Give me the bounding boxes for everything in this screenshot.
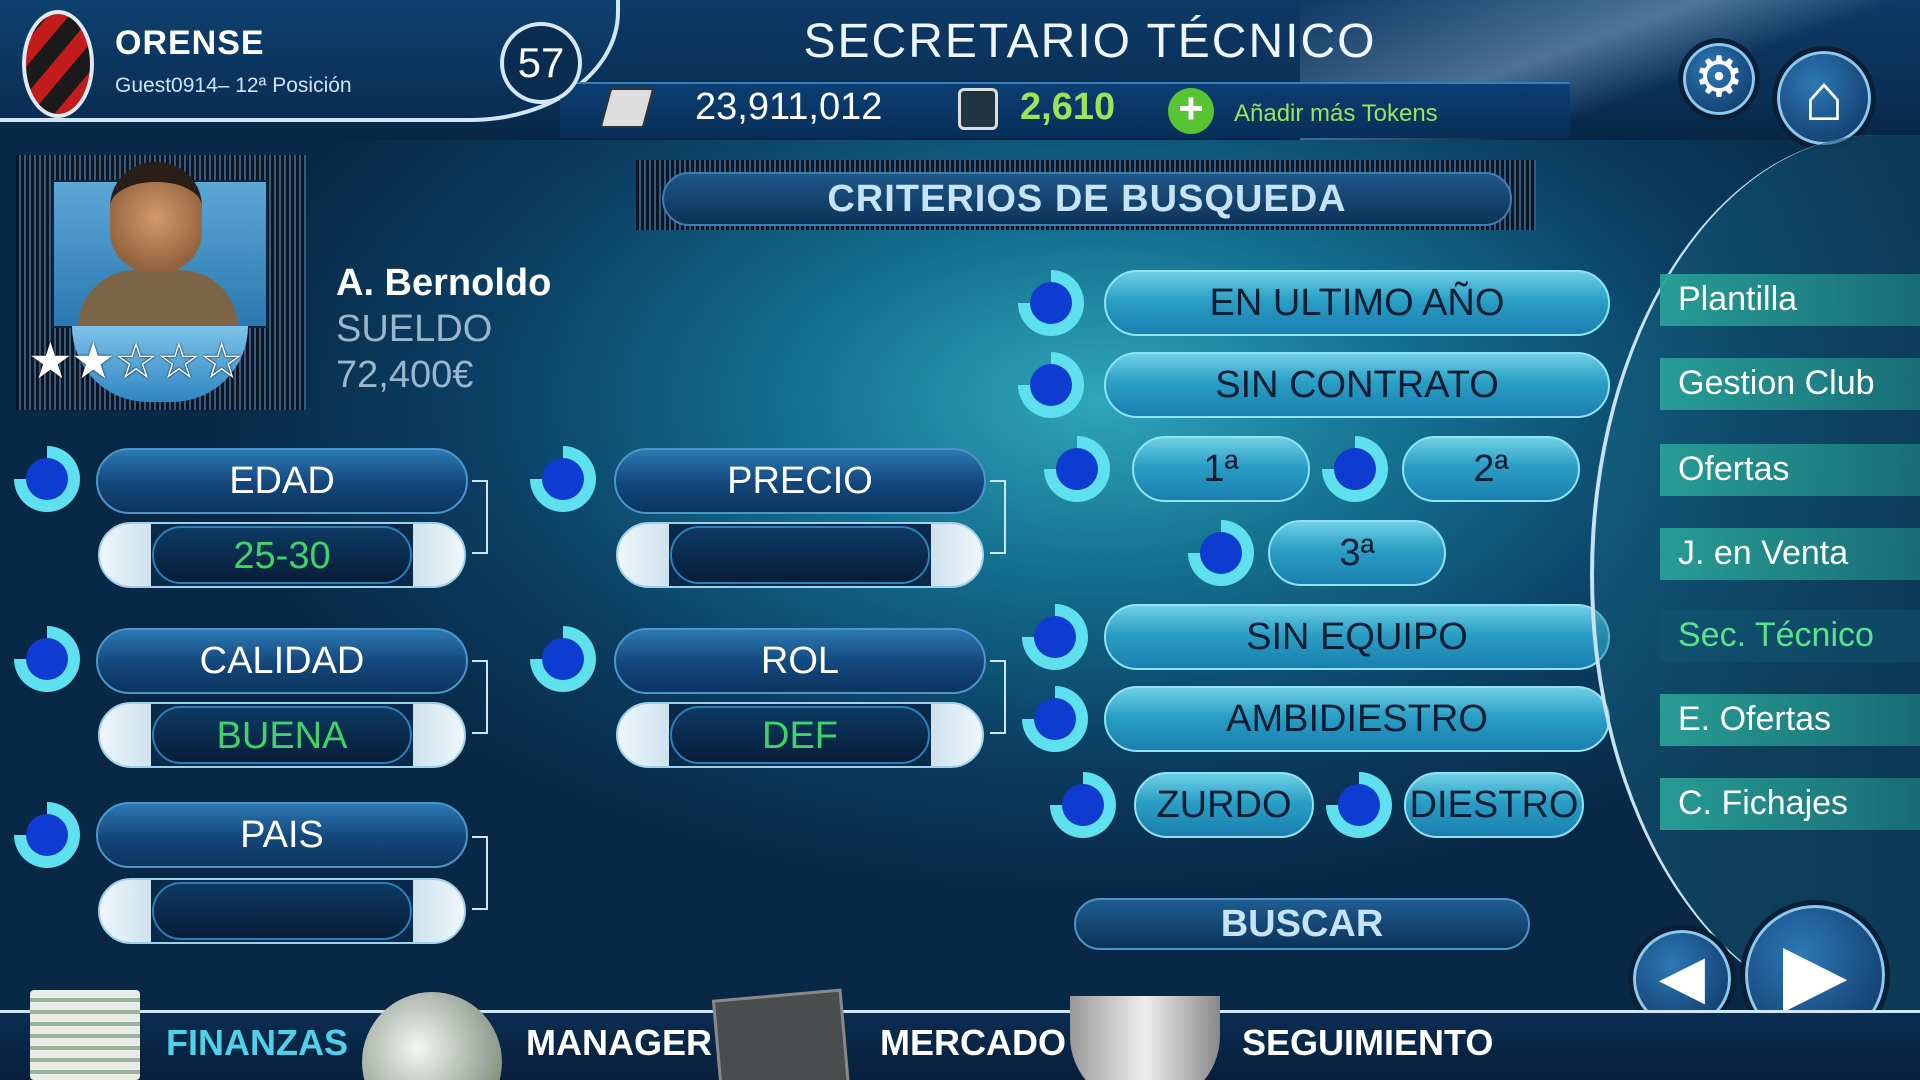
football-icon	[362, 992, 502, 1080]
ambidiestro-button[interactable]: AMBIDIESTRO	[1104, 686, 1610, 752]
bracket	[472, 480, 488, 554]
level-badge: 57	[500, 22, 582, 104]
calidad-value: BUENA	[152, 706, 412, 764]
sin-equipo-button[interactable]: SIN EQUIPO	[1104, 604, 1610, 670]
div2-toggle[interactable]	[1322, 436, 1388, 502]
pais-field[interactable]	[98, 878, 466, 944]
precio-toggle[interactable]	[530, 446, 596, 512]
ultimo-ano-toggle[interactable]	[1018, 270, 1084, 336]
pais-value	[152, 882, 412, 940]
menu-item-sec-tecnico[interactable]: Sec. Técnico	[1660, 610, 1920, 662]
salary-label: SUELDO	[336, 308, 493, 350]
money-value: 23,911,012	[695, 86, 883, 128]
sin-contrato-button[interactable]: SIN CONTRATO	[1104, 352, 1610, 418]
sin-contrato-toggle[interactable]	[1018, 352, 1084, 418]
precio-value	[670, 526, 930, 584]
div3-button[interactable]: 3ª	[1268, 520, 1446, 586]
calidad-button[interactable]: CALIDAD	[96, 628, 468, 694]
star-rating: ★★☆☆☆	[28, 333, 244, 389]
menu-item-plantilla[interactable]: Plantilla	[1660, 274, 1920, 326]
club-crest-icon	[22, 10, 94, 118]
employee-face	[110, 162, 202, 272]
bracket	[472, 836, 488, 910]
zurdo-button[interactable]: ZURDO	[1134, 772, 1314, 838]
home-icon[interactable]: ⌂	[1772, 46, 1876, 150]
ambidiestro-toggle[interactable]	[1022, 686, 1088, 752]
token-icon	[958, 88, 998, 130]
menu-item-j-en-venta[interactable]: J. en Venta	[1660, 528, 1920, 580]
div2-button[interactable]: 2ª	[1402, 436, 1580, 502]
club-subtitle: Guest0914– 12ª Posición	[115, 74, 352, 97]
edad-button[interactable]: EDAD	[96, 448, 468, 514]
rol-toggle[interactable]	[530, 626, 596, 692]
edad-field[interactable]: 25-30	[98, 522, 466, 588]
page-title: SECRETARIO TÉCNICO	[803, 15, 1377, 68]
diestro-button[interactable]: DIESTRO	[1404, 772, 1584, 838]
menu-item-ofertas[interactable]: Ofertas	[1660, 444, 1920, 496]
cash-stack-icon	[30, 990, 140, 1080]
edad-value: 25-30	[152, 526, 412, 584]
tactics-board-icon	[711, 988, 851, 1080]
precio-field[interactable]	[616, 522, 984, 588]
div1-toggle[interactable]	[1044, 436, 1110, 502]
bracket	[990, 660, 1006, 734]
add-tokens-link[interactable]: Añadir más Tokens	[1234, 100, 1438, 128]
menu-item-c-fichajes[interactable]: C. Fichajes	[1660, 778, 1920, 830]
plus-icon[interactable]: +	[1168, 87, 1214, 134]
footer-tab-seguimiento[interactable]: SEGUIMIENTO	[1242, 1022, 1493, 1064]
menu-item-e-ofertas[interactable]: E. Ofertas	[1660, 694, 1920, 746]
precio-button[interactable]: PRECIO	[614, 448, 986, 514]
edad-toggle[interactable]	[14, 446, 80, 512]
pais-button[interactable]: PAIS	[96, 802, 468, 868]
pais-toggle[interactable]	[14, 802, 80, 868]
ultimo-ano-button[interactable]: EN ULTIMO AÑO	[1104, 270, 1610, 336]
footer-tab-finanzas[interactable]: FINANZAS	[166, 1022, 348, 1064]
rol-value: DEF	[670, 706, 930, 764]
search-button[interactable]: BUSCAR	[1074, 898, 1530, 950]
employee-name: A. Bernoldo	[336, 262, 552, 304]
rol-button[interactable]: ROL	[614, 628, 986, 694]
menu-item-gestion-club[interactable]: Gestion Club	[1660, 358, 1920, 410]
bracket	[472, 660, 488, 734]
section-title: CRITERIOS DE BUSQUEDA	[662, 172, 1512, 226]
sin-equipo-toggle[interactable]	[1022, 604, 1088, 670]
footer-tab-mercado[interactable]: MERCADO	[880, 1022, 1066, 1064]
salary-value: 72,400€	[336, 354, 474, 396]
diestro-toggle[interactable]	[1326, 772, 1392, 838]
bracket	[990, 480, 1006, 554]
trophy-icon	[1070, 996, 1220, 1080]
rol-field[interactable]: DEF	[616, 702, 984, 768]
footer-tab-manager[interactable]: MANAGER	[526, 1022, 712, 1064]
div1-button[interactable]: 1ª	[1132, 436, 1310, 502]
calidad-toggle[interactable]	[14, 626, 80, 692]
gear-icon[interactable]: ⚙	[1678, 38, 1760, 120]
club-name: ORENSE	[115, 24, 265, 62]
div3-toggle[interactable]	[1188, 520, 1254, 586]
tokens-value: 2,610	[1020, 86, 1116, 128]
calidad-field[interactable]: BUENA	[98, 702, 466, 768]
zurdo-toggle[interactable]	[1050, 772, 1116, 838]
